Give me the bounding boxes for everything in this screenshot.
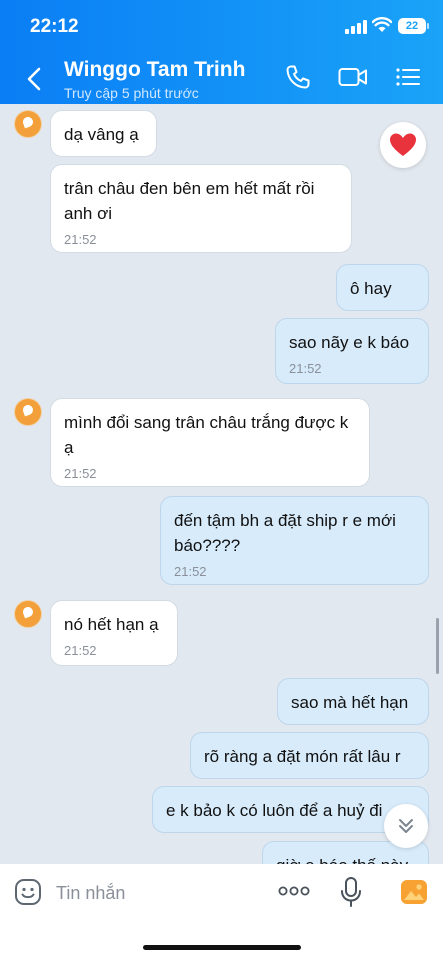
message-input[interactable] bbox=[56, 878, 266, 908]
message-text: mình đổi sang trân châu trắng được k ạ bbox=[64, 413, 349, 457]
message-bubble-outgoing[interactable]: ô hay bbox=[336, 264, 429, 311]
message-bubble-outgoing[interactable]: đến tậm bh a đặt ship r e mới báo???? 21… bbox=[160, 496, 429, 585]
message-bubble-outgoing[interactable]: sao mà hết hạn bbox=[277, 678, 429, 725]
message-bubble-outgoing[interactable]: sao nãy e k báo 21:52 bbox=[275, 318, 429, 384]
message-bubble-incoming[interactable]: nó hết hạn ạ 21:52 bbox=[50, 600, 178, 666]
message-text: ô hay bbox=[350, 279, 392, 298]
message-text: trân châu đen bên em hết mất rồi anh ơi bbox=[64, 179, 315, 223]
back-icon[interactable] bbox=[24, 66, 46, 92]
more-options-icon[interactable] bbox=[278, 884, 310, 898]
menu-list-icon[interactable] bbox=[395, 64, 421, 90]
status-time: 22:12 bbox=[30, 16, 79, 37]
message-bubble-incoming[interactable]: dạ vâng ạ bbox=[50, 110, 157, 157]
microphone-icon[interactable] bbox=[340, 876, 362, 908]
message-list[interactable]: dạ vâng ạ trân châu đen bên em hết mất r… bbox=[0, 104, 443, 864]
message-text: đến tậm bh a đặt ship r e mới báo???? bbox=[174, 511, 396, 555]
message-bubble-incoming[interactable]: trân châu đen bên em hết mất rồi anh ơi … bbox=[50, 164, 352, 253]
last-seen-status: Truy cập 5 phút trước bbox=[64, 85, 199, 101]
heart-icon bbox=[390, 133, 416, 156]
home-indicator bbox=[143, 945, 301, 950]
cellular-signal-icon bbox=[345, 20, 367, 34]
message-time: 21:52 bbox=[64, 232, 97, 247]
message-time: 21:52 bbox=[64, 643, 97, 658]
message-bubble-outgoing[interactable]: rõ ràng a đặt món rất lâu r bbox=[190, 732, 429, 779]
video-call-icon[interactable] bbox=[338, 64, 368, 90]
gallery-image-icon[interactable] bbox=[400, 878, 428, 906]
status-bar: 22:12 22 bbox=[0, 0, 443, 52]
contact-avatar[interactable] bbox=[14, 398, 42, 426]
message-composer bbox=[0, 864, 443, 960]
message-text: sao mà hết hạn bbox=[291, 693, 409, 712]
reaction-button[interactable] bbox=[380, 122, 426, 168]
contact-name[interactable]: Winggo Tam Trinh bbox=[64, 58, 245, 82]
message-text: dạ vâng ạ bbox=[64, 125, 139, 144]
battery-indicator: 22 bbox=[398, 18, 429, 34]
contact-avatar[interactable] bbox=[14, 110, 42, 138]
scrollbar[interactable] bbox=[436, 618, 439, 674]
heart-shape bbox=[390, 133, 416, 156]
message-time: 21:52 bbox=[64, 466, 97, 481]
chevron-double-down-icon bbox=[399, 819, 413, 833]
contact-avatar[interactable] bbox=[14, 600, 42, 628]
message-time: 21:52 bbox=[174, 564, 207, 579]
message-text: sao nãy e k báo bbox=[289, 333, 410, 352]
message-text: nó hết hạn ạ bbox=[64, 615, 159, 634]
emoji-sticker-icon[interactable] bbox=[14, 878, 42, 906]
message-bubble-incoming[interactable]: mình đổi sang trân châu trắng được k ạ 2… bbox=[50, 398, 370, 487]
message-time: 21:52 bbox=[289, 361, 322, 376]
phone-call-icon[interactable] bbox=[285, 64, 311, 90]
wifi-icon bbox=[372, 17, 392, 32]
scroll-to-bottom-button[interactable] bbox=[384, 804, 428, 848]
chat-header: 22:12 22 Winggo Tam Trinh Truy cập 5 phú… bbox=[0, 0, 443, 104]
message-text: e k bảo k có luôn để a huỷ đi bbox=[166, 801, 383, 820]
message-text: rõ ràng a đặt món rất lâu r bbox=[204, 747, 401, 766]
